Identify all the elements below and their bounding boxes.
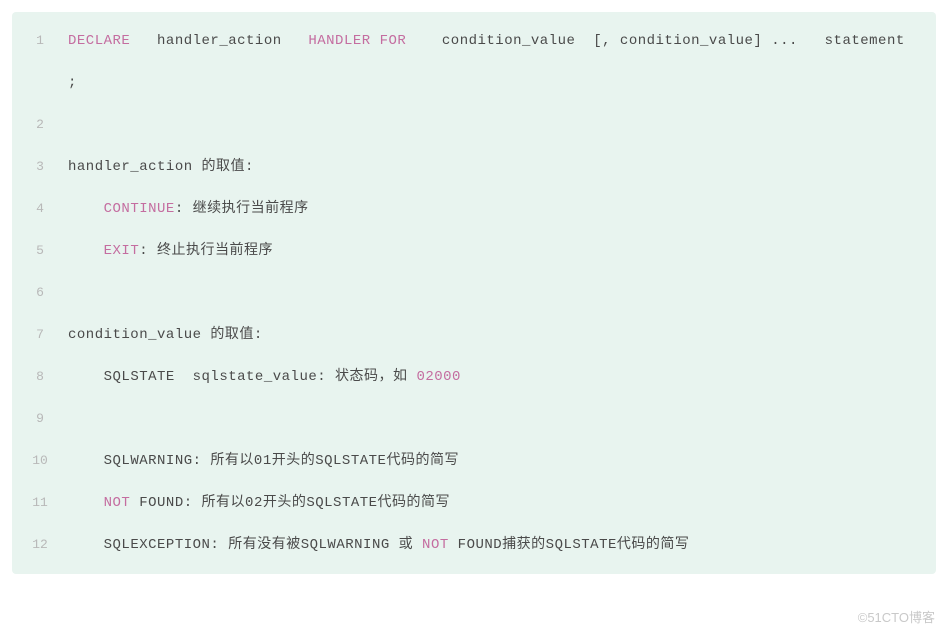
text-token: : 继续执行当前程序	[175, 201, 309, 217]
line-content: SQLSTATE sqlstate_value: 状态码，如 02000	[68, 356, 936, 398]
keyword-token: EXIT	[104, 243, 140, 259]
line-content: SQLWARNING: 所有以01开头的SQLSTATE代码的简写	[68, 440, 936, 482]
text-token: : 终止执行当前程序	[139, 243, 273, 259]
keyword-token: HANDLER	[308, 33, 370, 49]
text-token: FOUND: 所有以02开头的SQLSTATE代码的简写	[130, 495, 450, 511]
watermark-text: ©51CTO博客	[858, 607, 935, 626]
line-number: 10	[12, 440, 68, 482]
line-content: SQLEXCEPTION: 所有没有被SQLWARNING 或 NOT FOUN…	[68, 524, 936, 566]
code-line: 4 CONTINUE: 继续执行当前程序	[12, 188, 936, 230]
text-token	[68, 495, 104, 511]
keyword-token: DECLARE	[68, 33, 130, 49]
code-line: 10 SQLWARNING: 所有以01开头的SQLSTATE代码的简写	[12, 440, 936, 482]
line-number: 3	[12, 146, 68, 188]
code-line: 6	[12, 272, 936, 314]
text-token: handler_action	[130, 33, 308, 49]
line-content: handler_action 的取值:	[68, 146, 936, 188]
keyword-token: CONTINUE	[104, 201, 175, 217]
text-token	[371, 33, 380, 49]
text-token: handler_action 的取值:	[68, 159, 263, 175]
line-content: NOT FOUND: 所有以02开头的SQLSTATE代码的简写	[68, 482, 936, 524]
code-line: 2	[12, 104, 936, 146]
line-content: DECLARE handler_action HANDLER FOR condi…	[68, 20, 936, 104]
line-content: condition_value 的取值:	[68, 314, 936, 356]
text-token: SQLEXCEPTION: 所有没有被SQLWARNING 或	[68, 537, 422, 553]
text-token: SQLSTATE sqlstate_value: 状态码，如	[68, 369, 416, 385]
code-line: 1DECLARE handler_action HANDLER FOR cond…	[12, 20, 936, 104]
line-number: 12	[12, 524, 68, 566]
line-number: 2	[12, 104, 68, 146]
line-number: 5	[12, 230, 68, 272]
line-content: CONTINUE: 继续执行当前程序	[68, 188, 936, 230]
line-number: 4	[12, 188, 68, 230]
line-number: 6	[12, 272, 68, 314]
line-number: 9	[12, 398, 68, 440]
code-line: 7condition_value 的取值:	[12, 314, 936, 356]
text-token	[68, 243, 104, 259]
keyword-token: NOT	[104, 495, 131, 511]
keyword-token: 02000	[416, 369, 461, 385]
text-token	[68, 201, 104, 217]
code-line: 12 SQLEXCEPTION: 所有没有被SQLWARNING 或 NOT F…	[12, 524, 936, 566]
code-line: 9	[12, 398, 936, 440]
code-line: 5 EXIT: 终止执行当前程序	[12, 230, 936, 272]
text-token: FOUND捕获的SQLSTATE代码的简写	[449, 537, 690, 553]
code-line: 11 NOT FOUND: 所有以02开头的SQLSTATE代码的简写	[12, 482, 936, 524]
line-number: 11	[12, 482, 68, 524]
text-token: SQLWARNING: 所有以01开头的SQLSTATE代码的简写	[68, 453, 459, 469]
line-number: 7	[12, 314, 68, 356]
text-token: condition_value 的取值:	[68, 327, 272, 343]
code-line: 8 SQLSTATE sqlstate_value: 状态码，如 02000	[12, 356, 936, 398]
keyword-token: NOT	[422, 537, 449, 553]
line-number: 8	[12, 356, 68, 398]
code-block: 1DECLARE handler_action HANDLER FOR cond…	[12, 12, 936, 574]
keyword-token: FOR	[380, 33, 407, 49]
line-content: EXIT: 终止执行当前程序	[68, 230, 936, 272]
code-line: 3handler_action 的取值:	[12, 146, 936, 188]
line-number: 1	[12, 20, 68, 62]
